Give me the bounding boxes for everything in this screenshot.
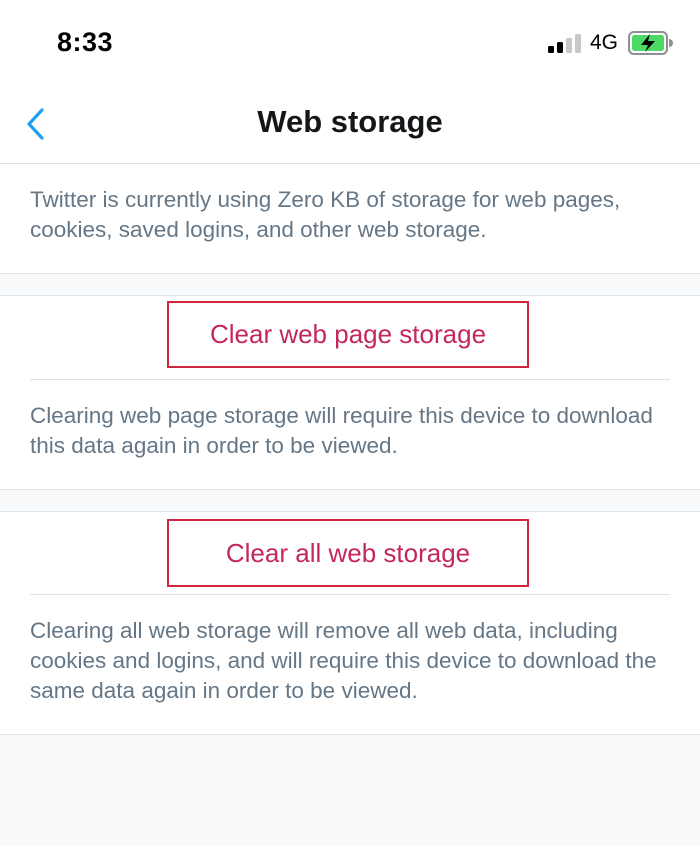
clear-all-web-storage-button[interactable]: Clear all web storage	[167, 519, 529, 587]
status-time: 8:33	[57, 27, 114, 57]
battery-charging-icon	[628, 31, 673, 55]
storage-usage-text: Twitter is currently using Zero KB of st…	[30, 187, 621, 242]
status-bar: 8:33 4G	[0, 0, 700, 86]
section-divider	[30, 594, 670, 595]
page-title: Web storage	[257, 104, 443, 139]
section-divider	[30, 379, 670, 380]
clear-web-page-storage-button[interactable]: Clear web page storage	[167, 301, 529, 368]
cellular-signal-icon	[548, 33, 584, 53]
storage-usage-section: Twitter is currently using Zero KB of st…	[0, 164, 700, 274]
all-web-storage-section: Clear all web storage Clearing all web s…	[0, 511, 700, 735]
network-type: 4G	[590, 31, 619, 54]
web-page-storage-section: Clear web page storage Clearing web page…	[0, 295, 700, 490]
navigation-bar: Web storage	[0, 86, 700, 164]
web-page-storage-description: Clearing web page storage will require t…	[30, 403, 653, 458]
all-web-storage-description: Clearing all web storage will remove all…	[30, 618, 657, 703]
